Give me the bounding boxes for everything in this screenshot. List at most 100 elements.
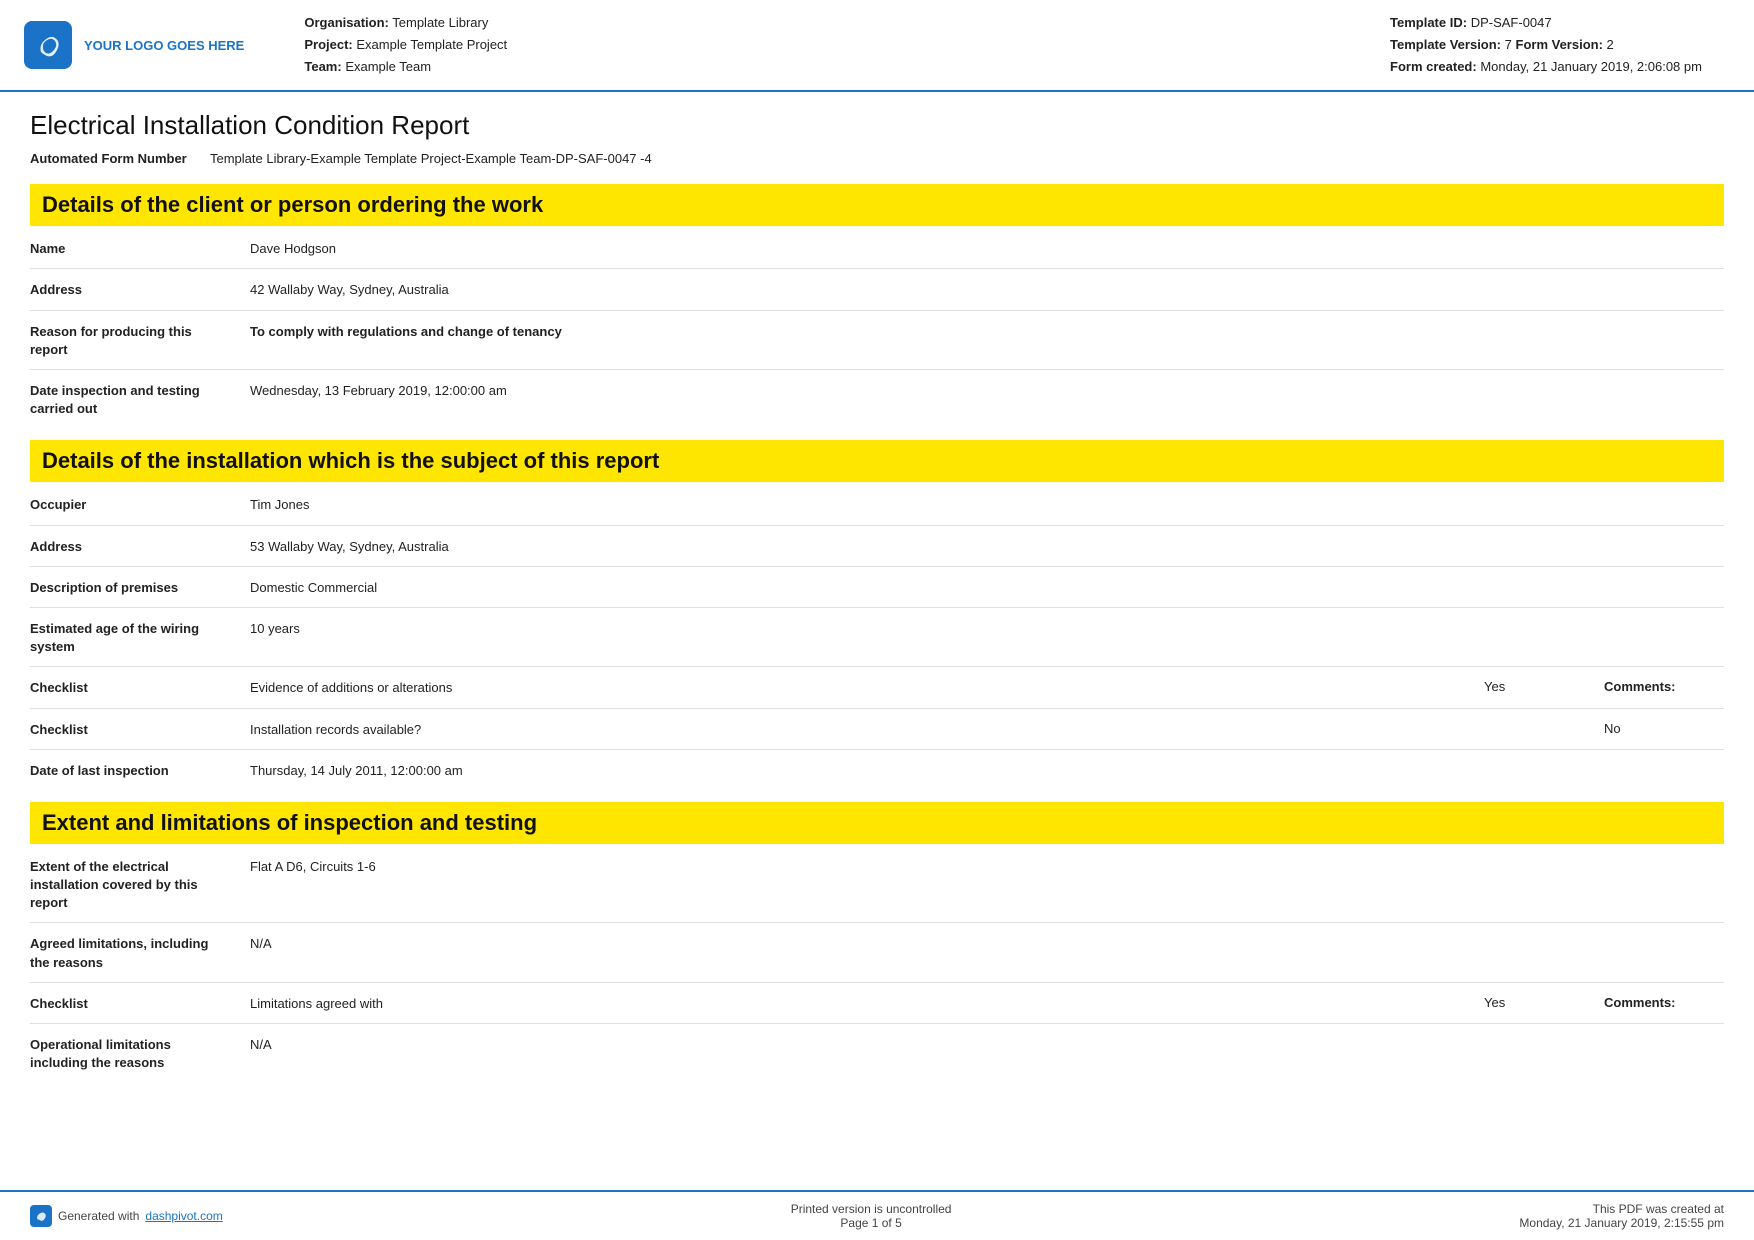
field-value: Tim Jones: [250, 496, 1724, 514]
field-label: Operational limitations including the re…: [30, 1036, 250, 1072]
org-row: Organisation: Template Library: [304, 12, 1370, 34]
field-row: Checklist Installation records available…: [30, 721, 1724, 750]
logo-text: YOUR LOGO GOES HERE: [84, 38, 244, 53]
field-yes-no: Yes: [1484, 995, 1604, 1010]
field-label: Date inspection and testing carried out: [30, 382, 250, 418]
project-row: Project: Example Template Project: [304, 34, 1370, 56]
template-version-value: 7: [1505, 37, 1512, 52]
team-row: Team: Example Team: [304, 56, 1370, 78]
section-extent-fields: Extent of the electrical installation co…: [30, 858, 1724, 1083]
field-row: Checklist Evidence of additions or alter…: [30, 679, 1724, 708]
field-row: Agreed limitations, including the reason…: [30, 935, 1724, 982]
main-content: Electrical Installation Condition Report…: [0, 92, 1754, 1154]
field-row: Operational limitations including the re…: [30, 1036, 1724, 1082]
form-number-row: Automated Form Number Template Library-E…: [30, 151, 1724, 166]
project-label: Project:: [304, 37, 352, 52]
footer-created-value: Monday, 21 January 2019, 2:15:55 pm: [1519, 1216, 1724, 1230]
field-label: Checklist: [30, 995, 250, 1013]
logo-icon: [24, 21, 72, 69]
field-checklist-value: Limitations agreed with: [250, 995, 1484, 1013]
footer-right: This PDF was created at Monday, 21 Janua…: [1519, 1202, 1724, 1230]
field-row: Address 53 Wallaby Way, Sydney, Australi…: [30, 538, 1724, 567]
form-version-value: 2: [1607, 37, 1614, 52]
field-label: Name: [30, 240, 250, 258]
field-value: Domestic Commercial: [250, 579, 1724, 597]
field-value: N/A: [250, 1036, 1724, 1054]
field-label: Occupier: [30, 496, 250, 514]
template-id-row: Template ID: DP-SAF-0047: [1390, 12, 1730, 34]
field-checklist-value: Installation records available?: [250, 721, 1604, 739]
field-label: Reason for producing this report: [30, 323, 250, 359]
project-value: Example Template Project: [356, 37, 507, 52]
field-row: Date of last inspection Thursday, 14 Jul…: [30, 762, 1724, 790]
field-value: 42 Wallaby Way, Sydney, Australia: [250, 281, 1724, 299]
field-label: Date of last inspection: [30, 762, 250, 780]
section-extent-heading: Extent and limitations of inspection and…: [42, 810, 1712, 836]
field-row: Occupier Tim Jones: [30, 496, 1724, 525]
template-version-row: Template Version: 7 Form Version: 2: [1390, 34, 1730, 56]
field-row: Checklist Limitations agreed with Yes Co…: [30, 995, 1724, 1024]
footer-created-label: This PDF was created at: [1519, 1202, 1724, 1216]
field-value: Dave Hodgson: [250, 240, 1724, 258]
footer-uncontrolled: Printed version is uncontrolled: [791, 1202, 952, 1216]
template-version-label: Template Version:: [1390, 37, 1501, 52]
field-label: Address: [30, 538, 250, 556]
field-row: Reason for producing this report To comp…: [30, 323, 1724, 370]
team-value: Example Team: [345, 59, 431, 74]
form-created-row: Form created: Monday, 21 January 2019, 2…: [1390, 56, 1730, 78]
field-row: Extent of the electrical installation co…: [30, 858, 1724, 924]
field-value: 10 years: [250, 620, 1724, 638]
org-value: Template Library: [392, 15, 488, 30]
form-created-value: Monday, 21 January 2019, 2:06:08 pm: [1480, 59, 1702, 74]
template-id-value: DP-SAF-0047: [1471, 15, 1552, 30]
field-yes-no: No: [1604, 721, 1724, 736]
org-label: Organisation:: [304, 15, 389, 30]
field-row: Name Dave Hodgson: [30, 240, 1724, 269]
section-installation-header: Details of the installation which is the…: [30, 440, 1724, 482]
field-label: Checklist: [30, 721, 250, 739]
field-label: Agreed limitations, including the reason…: [30, 935, 250, 971]
field-checklist-value: Evidence of additions or alterations: [250, 679, 1484, 697]
page-header: YOUR LOGO GOES HERE Organisation: Templa…: [0, 0, 1754, 92]
field-label: Description of premises: [30, 579, 250, 597]
section-installation-heading: Details of the installation which is the…: [42, 448, 1712, 474]
field-row: Estimated age of the wiring system 10 ye…: [30, 620, 1724, 667]
field-label: Checklist: [30, 679, 250, 697]
field-row: Date inspection and testing carried out …: [30, 382, 1724, 428]
logo-section: YOUR LOGO GOES HERE: [24, 12, 244, 78]
form-version-label: Form Version:: [1516, 37, 1603, 52]
section-client-heading: Details of the client or person ordering…: [42, 192, 1712, 218]
form-created-label: Form created:: [1390, 59, 1477, 74]
section-installation-fields: Occupier Tim Jones Address 53 Wallaby Wa…: [30, 496, 1724, 790]
footer-link[interactable]: dashpivot.com: [145, 1209, 222, 1223]
field-value: Wednesday, 13 February 2019, 12:00:00 am: [250, 382, 1724, 400]
field-value: To comply with regulations and change of…: [250, 323, 1724, 341]
report-title: Electrical Installation Condition Report: [30, 110, 1724, 141]
field-value: Flat A D6, Circuits 1-6: [250, 858, 1724, 876]
field-label: Extent of the electrical installation co…: [30, 858, 250, 913]
footer-logo-icon: [30, 1205, 52, 1227]
team-label: Team:: [304, 59, 341, 74]
section-extent-header: Extent and limitations of inspection and…: [30, 802, 1724, 844]
template-id-label: Template ID:: [1390, 15, 1467, 30]
field-comments-label: Comments:: [1604, 679, 1724, 694]
page-footer: Generated with dashpivot.com Printed ver…: [0, 1190, 1754, 1240]
footer-left: Generated with dashpivot.com: [30, 1205, 223, 1227]
field-row: Description of premises Domestic Commerc…: [30, 579, 1724, 608]
footer-center: Printed version is uncontrolled Page 1 o…: [791, 1202, 952, 1230]
field-row: Address 42 Wallaby Way, Sydney, Australi…: [30, 281, 1724, 310]
page-container: YOUR LOGO GOES HERE Organisation: Templa…: [0, 0, 1754, 1240]
footer-page: Page 1 of 5: [791, 1216, 952, 1230]
field-value: N/A: [250, 935, 1724, 953]
field-label: Estimated age of the wiring system: [30, 620, 250, 656]
section-client-header: Details of the client or person ordering…: [30, 184, 1724, 226]
section-client-fields: Name Dave Hodgson Address 42 Wallaby Way…: [30, 240, 1724, 428]
field-yes-no: Yes: [1484, 679, 1604, 694]
header-org-section: Organisation: Template Library Project: …: [264, 12, 1370, 78]
footer-generated-text: Generated with: [58, 1209, 139, 1223]
field-value: 53 Wallaby Way, Sydney, Australia: [250, 538, 1724, 556]
form-number-value: Template Library-Example Template Projec…: [210, 151, 652, 166]
form-number-label: Automated Form Number: [30, 151, 210, 166]
field-label: Address: [30, 281, 250, 299]
header-template-section: Template ID: DP-SAF-0047 Template Versio…: [1390, 12, 1730, 78]
